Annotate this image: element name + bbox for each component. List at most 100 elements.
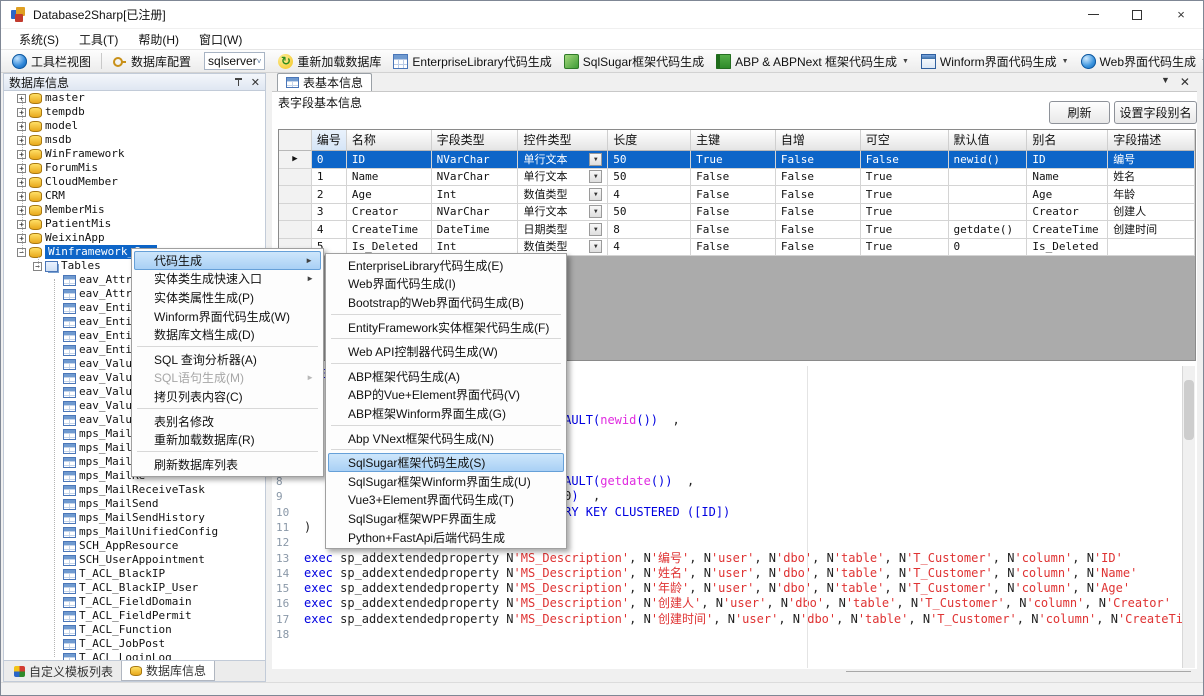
tree-item-T_ACL_BlackIP[interactable]: T_ACL_BlackIP [4,567,265,581]
grid-cell[interactable]: True [691,151,776,169]
row-selector-cell[interactable] [279,221,312,239]
close-button[interactable]: × [1159,1,1203,28]
grid-cell[interactable]: ID [347,151,432,169]
grid-column-header[interactable]: 别名 [1027,130,1108,151]
refresh-button[interactable]: 刷新 [1049,101,1110,124]
menu-item-context[interactable]: SQL语句生成(M)► [134,369,321,388]
dropdown-button[interactable]: ▼ [589,205,602,218]
grid-cell[interactable]: 4 [608,239,691,257]
grid-cell[interactable]: True [861,239,949,257]
grid-column-header[interactable]: 控件类型 [518,130,608,151]
tree-item-CloudMember[interactable]: +CloudMember [4,175,265,189]
grid-cell[interactable]: newid() [949,151,1028,169]
tree-item-SCH_AppResource[interactable]: SCH_AppResource [4,539,265,553]
grid-cell[interactable]: 1 [312,169,347,187]
tree-item-PatientMis[interactable]: +PatientMis [4,217,265,231]
menu-item-submenu[interactable]: Abp VNext框架代码生成(N) [328,429,564,448]
menu-item-context[interactable]: Winform界面代码生成(W) [134,307,321,326]
dropdown-button[interactable]: ▼ [589,153,602,166]
menu-item-context[interactable]: 重新加载数据库(R) [134,430,321,449]
grid-row[interactable]: 2AgeInt数值类型▼4FalseFalseTrueAge年龄 [279,186,1195,204]
menu-item-submenu[interactable]: ABP框架Winform界面生成(G) [328,404,564,423]
grid-selector-header[interactable] [279,130,312,151]
row-selector-cell[interactable] [279,169,312,187]
grid-row[interactable]: 3CreatorNVarChar单行文本▼50FalseFalseTrueCre… [279,204,1195,222]
menu-item-submenu[interactable]: ABP的Vue+Element界面代码(V) [328,386,564,405]
row-selector-cell[interactable] [279,204,312,222]
tab-database-info[interactable]: 数据库信息 [121,661,215,681]
tree-item-model[interactable]: +model [4,119,265,133]
grid-column-header[interactable]: 字段描述 [1108,130,1195,151]
grid-cell[interactable]: DateTime [432,221,519,239]
grid-cell[interactable] [949,186,1028,204]
editor-scrollbar[interactable] [1182,366,1195,668]
grid-cell[interactable]: False [776,204,861,222]
menu-bar-item[interactable]: 系统(S) [9,29,69,50]
grid-cell[interactable]: False [691,169,776,187]
grid-cell[interactable]: False [776,186,861,204]
menu-item-submenu[interactable]: EnterpriseLibrary代码生成(E) [328,256,564,275]
tree-item-T_ACL_BlackIP_User[interactable]: T_ACL_BlackIP_User [4,581,265,595]
dropdown-button[interactable]: ▼ [589,188,602,201]
row-selector-cell[interactable] [279,186,312,204]
grid-cell[interactable]: False [691,186,776,204]
tree-item-T_ACL_Function[interactable]: T_ACL_Function [4,623,265,637]
toolbar-button-key[interactable]: 数据库配置 [107,51,196,72]
grid-cell[interactable] [949,204,1028,222]
grid-column-header[interactable]: 编号 [312,130,347,151]
grid-cell[interactable]: False [691,204,776,222]
grid-cell[interactable]: True [861,221,949,239]
row-selector-cell[interactable]: ▶ [279,151,312,169]
dropdown-button[interactable]: ▼ [589,223,602,236]
dropdown-button[interactable]: ▼ [589,240,602,253]
tree-item-T_ACL_LoginLog[interactable]: T_ACL_LoginLog [4,651,265,661]
menu-item-submenu[interactable]: SqlSugar框架代码生成(S) [328,453,564,472]
menu-item-context[interactable]: 代码生成► [134,251,321,270]
grid-cell[interactable]: 年龄 [1108,186,1195,204]
grid-cell[interactable]: False [861,151,949,169]
database-type-combobox[interactable]: sqlserver˅ [204,52,265,70]
grid-cell[interactable]: False [691,221,776,239]
tree-item-msdb[interactable]: +msdb [4,133,265,147]
toolbar-button-grid-blue[interactable]: EnterpriseLibrary代码生成 [388,51,556,72]
grid-column-header[interactable]: 默认值 [949,130,1028,151]
toolbar-button-globe[interactable]: 工具栏视图 [7,51,96,72]
grid-row[interactable]: 4CreateTimeDateTime日期类型▼8FalseFalseTrueg… [279,221,1195,239]
grid-cell[interactable]: 创建时间 [1108,221,1195,239]
tree-item-T_ACL_JobPost[interactable]: T_ACL_JobPost [4,637,265,651]
grid-cell[interactable]: Int [432,186,519,204]
tree-item-MemberMis[interactable]: +MemberMis [4,203,265,217]
menu-item-submenu[interactable]: Web API控制器代码生成(W) [328,342,564,361]
tree-item-master[interactable]: +master [4,91,265,105]
grid-cell[interactable]: 50 [608,169,691,187]
tab-custom-templates[interactable]: 自定义模板列表 [6,661,121,681]
grid-column-header[interactable]: 主键 [691,130,776,151]
dropdown-button[interactable]: ▼ [589,170,602,183]
menu-item-submenu[interactable]: Python+FastApi后端代码生成 [328,528,564,547]
maximize-button[interactable] [1115,1,1159,28]
menu-item-submenu[interactable]: SqlSugar框架WPF界面生成 [328,509,564,528]
toolbar-button-window-blue[interactable]: Winform界面代码生成▼ [916,51,1074,72]
menu-item-submenu[interactable]: Bootstrap的Web界面代码生成(B) [328,293,564,312]
grid-cell[interactable]: 日期类型▼ [518,221,608,239]
grid-cell[interactable]: True [861,169,949,187]
tree-item-tempdb[interactable]: +tempdb [4,105,265,119]
tree-item-CRM[interactable]: +CRM [4,189,265,203]
grid-cell[interactable]: 编号 [1108,151,1195,169]
menu-item-submenu[interactable]: Web界面代码生成(I) [328,275,564,294]
set-field-alias-button[interactable]: 设置字段别名 [1114,101,1197,124]
grid-cell[interactable]: getdate() [949,221,1028,239]
tree-item-mps_MailUnifiedConfig[interactable]: mps_MailUnifiedConfig [4,525,265,539]
grid-cell[interactable]: 创建人 [1108,204,1195,222]
tree-item-WinFramework[interactable]: +WinFramework [4,147,265,161]
grid-cell[interactable]: ID [1027,151,1108,169]
minimize-button[interactable] [1071,1,1115,28]
grid-cell[interactable]: False [691,239,776,257]
grid-cell[interactable]: NVarChar [432,169,519,187]
grid-cell[interactable]: False [776,151,861,169]
menu-item-context[interactable]: 刷新数据库列表 [134,455,321,474]
grid-cell[interactable]: Is_Deleted [1027,239,1108,257]
menu-item-context[interactable]: 实体类属性生成(P) [134,288,321,307]
menu-bar-item[interactable]: 窗口(W) [189,29,252,50]
grid-row[interactable]: 1NameNVarChar单行文本▼50FalseFalseTrueName姓名 [279,169,1195,187]
